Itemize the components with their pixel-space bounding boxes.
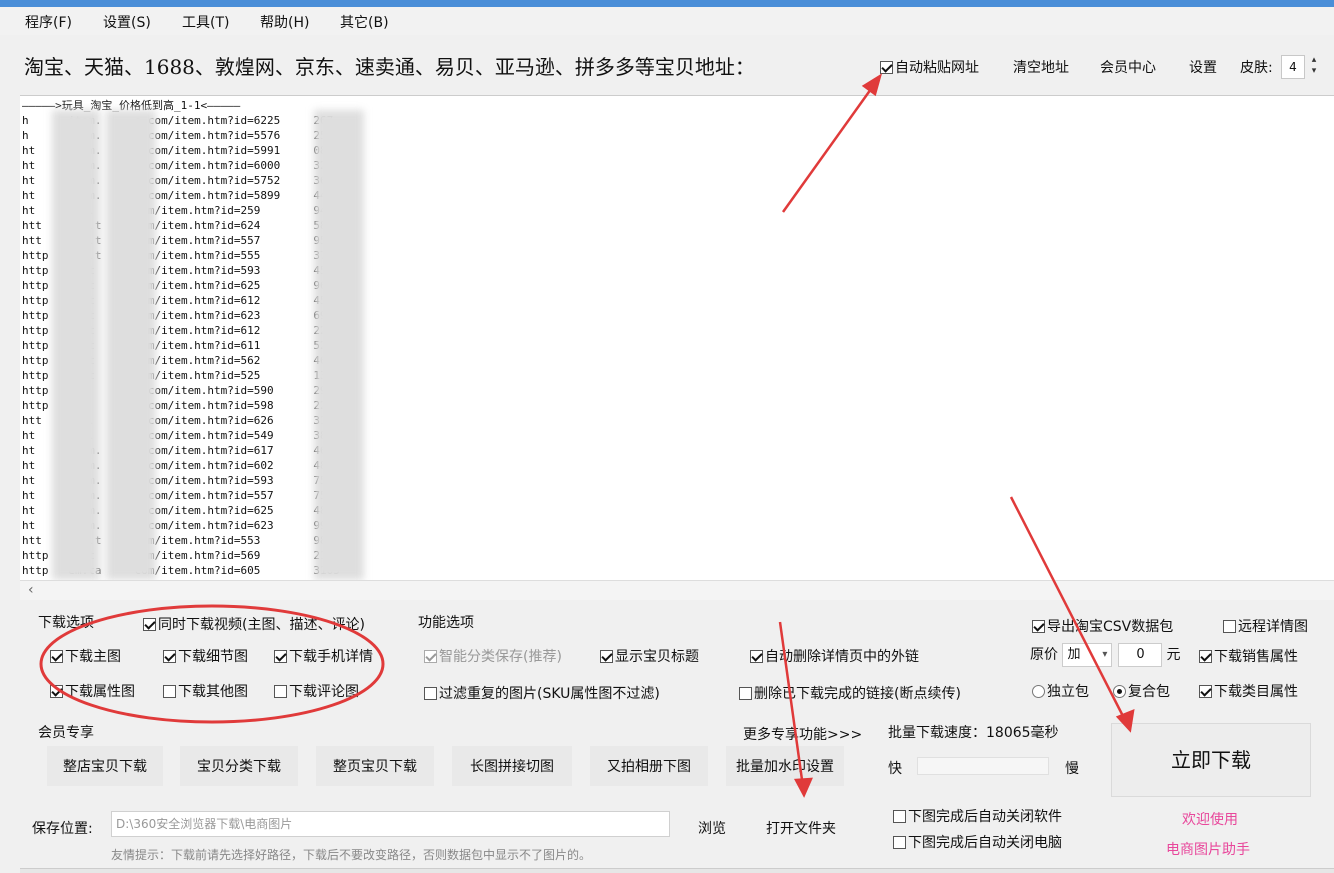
menu-program[interactable]: 程序(F)	[25, 12, 72, 32]
sales-attr-checkbox[interactable]: 下载销售属性	[1199, 646, 1298, 666]
speed-fast-label: 快	[888, 761, 902, 777]
show-title-checkbox[interactable]: 显示宝贝标题	[600, 646, 699, 666]
download-review-img-checkbox[interactable]: 下载评论图	[274, 681, 359, 701]
platform-url-label: 淘宝、天猫、1688、敦煌网、京东、速卖通、易贝、亚马逊、拼多多等宝贝地址：	[24, 55, 755, 79]
url-list-textarea[interactable]: —————>玩具_淘宝_价格低到高_1-1<————— h item. o.com…	[20, 95, 1334, 600]
bottom-scrollbar	[20, 868, 1334, 873]
remote-detail-checkbox[interactable]: 远程详情图	[1223, 616, 1308, 636]
save-path-input[interactable]: D:\360安全浏览器下载\电商图片	[111, 811, 670, 837]
speed-slow-label: 慢	[1065, 761, 1079, 777]
more-features-link[interactable]: 更多专享功能>>>	[743, 724, 862, 744]
redaction-blur	[314, 110, 364, 580]
menu-settings[interactable]: 设置(S)	[103, 12, 151, 32]
member-center-button[interactable]: 会员中心	[1100, 57, 1156, 77]
redaction-blur	[106, 110, 156, 580]
url-toolbar: 淘宝、天猫、1688、敦煌网、京东、速卖通、易贝、亚马逊、拼多多等宝贝地址： 自…	[0, 35, 1334, 95]
whole-shop-download-button[interactable]: 整店宝贝下载	[47, 746, 163, 786]
download-options-title: 下载选项	[38, 615, 94, 631]
auto-delete-links-checkbox[interactable]: 自动删除详情页中的外链	[750, 646, 919, 666]
download-main-img-checkbox[interactable]: 下载主图	[50, 646, 121, 666]
scroll-left-icon[interactable]: ‹	[28, 582, 34, 598]
smart-sort-checkbox[interactable]: 智能分类保存(推荐)	[424, 646, 562, 666]
price-input[interactable]: 0	[1118, 643, 1163, 667]
price-op-select[interactable]: 加 ▾	[1062, 643, 1113, 667]
welcome-line1: 欢迎使用	[1182, 812, 1238, 828]
save-location-label: 保存位置:	[32, 821, 93, 837]
speed-slider[interactable]	[917, 757, 1049, 775]
title-bar	[0, 0, 1334, 7]
open-folder-button[interactable]: 打开文件夹	[766, 818, 836, 838]
settings-button[interactable]: 设置	[1189, 57, 1217, 77]
browse-button[interactable]: 浏览	[698, 818, 726, 838]
combo-pkg-radio[interactable]: 复合包	[1113, 681, 1170, 701]
auto-shutdown-checkbox[interactable]: 下图完成后自动关闭电脑	[893, 832, 1062, 852]
download-detail-img-checkbox[interactable]: 下载细节图	[163, 646, 248, 666]
price-unit: 元	[1166, 647, 1181, 663]
auto-paste-checkbox[interactable]: 自动粘贴网址	[880, 57, 979, 77]
single-pkg-radio[interactable]: 独立包	[1032, 681, 1089, 701]
category-download-button[interactable]: 宝贝分类下载	[180, 746, 298, 786]
checkbox-icon	[880, 61, 893, 74]
price-label: 原价	[1030, 647, 1058, 663]
download-video-checkbox[interactable]: 同时下载视频(主图、描述、评论)	[143, 614, 365, 634]
download-mobile-detail-checkbox[interactable]: 下载手机详情	[274, 646, 373, 666]
menu-bar: 程序(F) 设置(S) 工具(T) 帮助(H) 其它(B)	[0, 7, 1334, 35]
menu-help[interactable]: 帮助(H)	[260, 12, 309, 32]
download-now-button[interactable]: 立即下载	[1111, 723, 1311, 797]
price-row: 原价 加 ▾ 0 元	[1030, 643, 1180, 667]
download-attr-img-checkbox[interactable]: 下载属性图	[50, 681, 135, 701]
welcome-line2: 电商图片助手	[1166, 842, 1250, 858]
app-window: 程序(F) 设置(S) 工具(T) 帮助(H) 其它(B) 淘宝、天猫、1688…	[0, 0, 1334, 873]
category-attr-checkbox[interactable]: 下载类目属性	[1199, 681, 1298, 701]
download-other-img-checkbox[interactable]: 下载其他图	[163, 681, 248, 701]
long-image-stitch-button[interactable]: 长图拼接切图	[452, 746, 572, 786]
func-options-title: 功能选项	[418, 615, 474, 631]
spin-arrows-icon[interactable]: ▴ ▾	[1307, 55, 1321, 79]
member-title: 会员专享	[38, 725, 94, 741]
youpai-album-button[interactable]: 又拍相册下图	[590, 746, 708, 786]
whole-page-download-button[interactable]: 整页宝贝下载	[316, 746, 434, 786]
speed-label: 批量下载速度：18065毫秒	[888, 725, 1059, 741]
menu-other[interactable]: 其它(B)	[340, 12, 389, 32]
menu-tools[interactable]: 工具(T)	[182, 12, 229, 32]
redaction-blur	[52, 110, 100, 580]
skin-spinbox[interactable]: 4	[1281, 55, 1305, 79]
export-csv-checkbox[interactable]: 导出淘宝CSV数据包	[1032, 616, 1173, 636]
auto-close-app-checkbox[interactable]: 下图完成后自动关闭软件	[893, 806, 1062, 826]
chevron-down-icon: ▾	[1102, 649, 1108, 660]
filter-duplicate-checkbox[interactable]: 过滤重复的图片(SKU属性图不过滤)	[424, 683, 660, 703]
skin-label: 皮肤:	[1240, 60, 1273, 76]
horizontal-scrollbar[interactable]: ‹	[20, 580, 1334, 600]
tip-text: 友情提示：下载前请先选择好路径，下载后不要改变路径，否则数据包中显示不了图片的。	[111, 848, 592, 862]
clear-address-button[interactable]: 清空地址	[1013, 57, 1069, 77]
delete-done-checkbox[interactable]: 删除已下载完成的链接(断点续传)	[739, 683, 961, 703]
batch-watermark-button[interactable]: 批量加水印设置	[726, 746, 844, 786]
